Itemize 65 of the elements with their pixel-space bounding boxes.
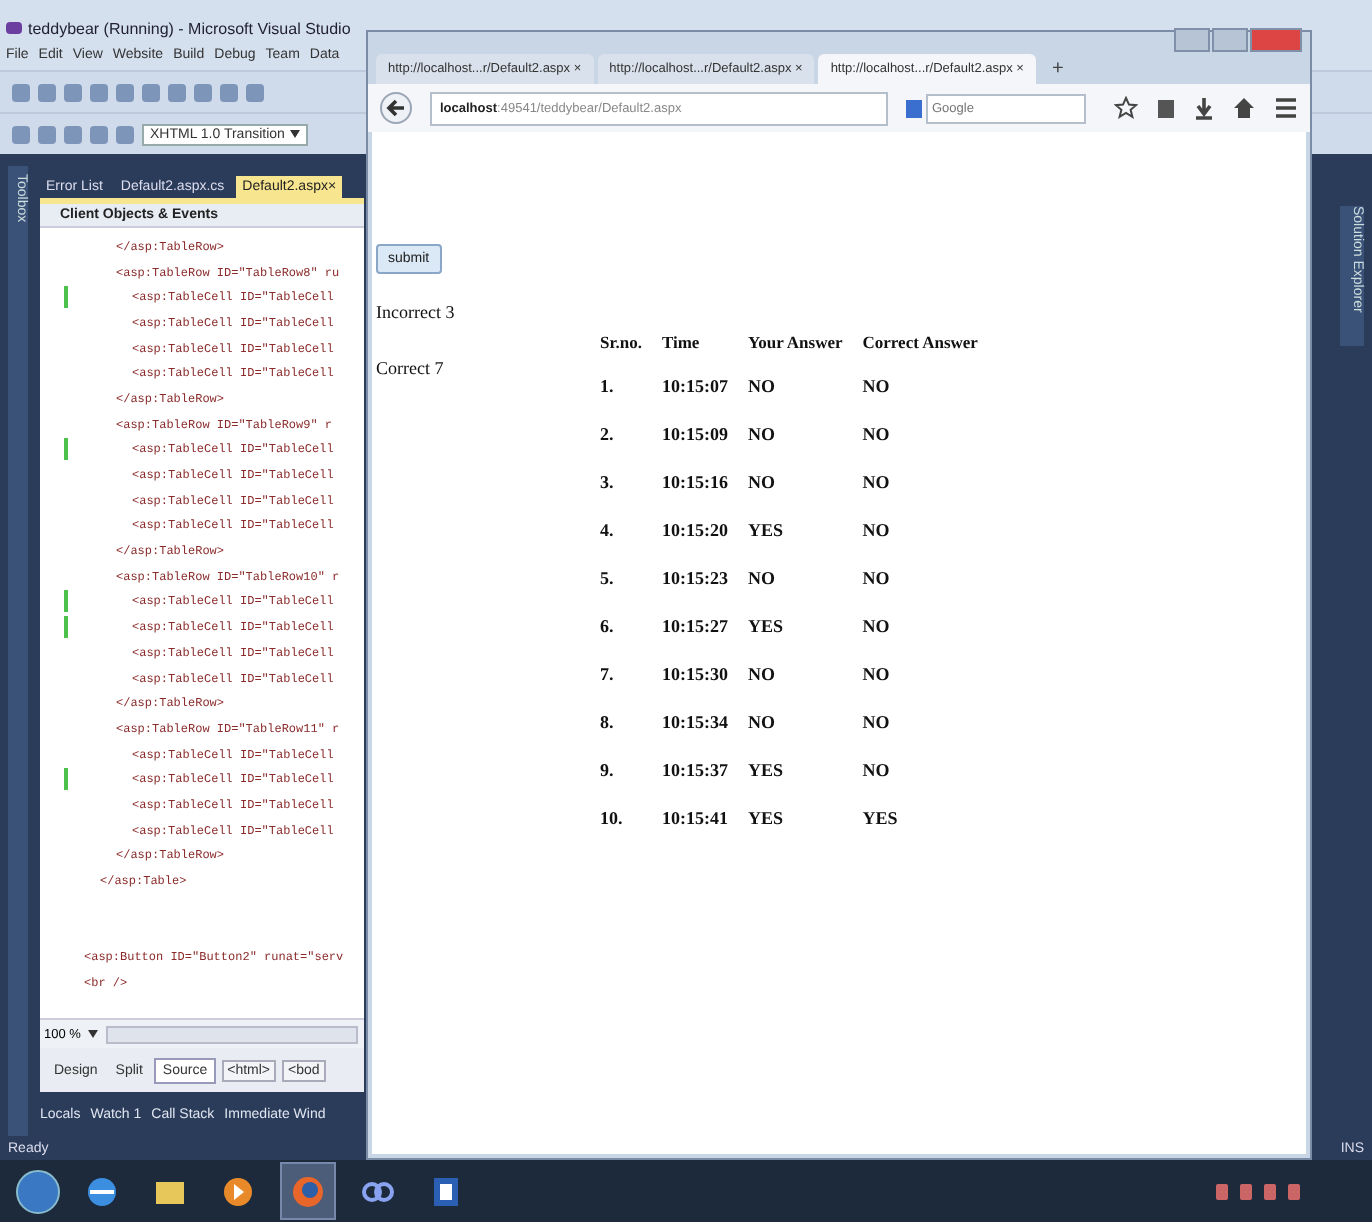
home-icon[interactable]: [1232, 96, 1256, 120]
table-cell-text: NO: [862, 662, 892, 688]
column-header: Sr.no.: [600, 322, 662, 362]
table-cell-text: YES: [862, 806, 900, 832]
caret-icon[interactable]: [88, 1030, 99, 1038]
table-cell: NO: [747, 698, 863, 746]
table-cell-text: NO: [862, 758, 892, 784]
window-title: teddybear (Running) - Microsoft Visual Studio: [28, 19, 351, 37]
table-cell: 10:15:23: [661, 554, 748, 602]
table-cell-text: 4.: [600, 518, 616, 544]
table-cell-text: 7.: [600, 662, 616, 688]
table-cell: 10:15:27: [661, 602, 748, 650]
maximize-button[interactable]: [1212, 28, 1248, 52]
back-icon[interactable]: [380, 92, 412, 124]
table-cell-text: 1.: [600, 374, 616, 400]
table-cell-text: NO: [862, 470, 892, 496]
clipboard-icon[interactable]: [1156, 96, 1176, 120]
start-button[interactable]: [16, 1169, 60, 1213]
table-cell-text: 5.: [600, 566, 616, 592]
table-cell-text: 3.: [600, 470, 616, 496]
table-cell-text: 9.: [600, 758, 616, 784]
caret-icon: [290, 130, 301, 138]
table-cell: YES: [747, 602, 863, 650]
table-cell: YES: [747, 506, 863, 554]
horizontal-scrollbar[interactable]: [106, 1025, 358, 1043]
column-header: Time: [661, 322, 748, 362]
download-icon[interactable]: [1194, 96, 1214, 120]
table-cell-text: NO: [862, 422, 892, 448]
column-header: Your Answer: [747, 322, 863, 362]
table-cell-text: 2.: [600, 422, 616, 448]
incorrect-count: Incorrect 3: [376, 302, 457, 322]
document-icon: [428, 1173, 464, 1209]
correct-count: Correct 7: [376, 358, 446, 378]
star-icon[interactable]: [1114, 96, 1138, 120]
app-logo-icon: [6, 22, 22, 34]
close-button[interactable]: [1250, 28, 1302, 52]
table-cell: 10:15:16: [661, 458, 748, 506]
table-cell: 10:15:41: [661, 794, 748, 842]
search-engine-icon[interactable]: [906, 99, 922, 117]
table-cell: 10:15:30: [661, 650, 748, 698]
new-tab-button[interactable]: +: [1039, 54, 1076, 84]
play-icon: [220, 1173, 256, 1209]
table-cell: 10:15:07: [661, 362, 748, 410]
minimize-button[interactable]: [1174, 28, 1210, 52]
table-cell: NO: [747, 458, 863, 506]
table-cell: NO: [747, 410, 863, 458]
table-cell-text: NO: [862, 566, 892, 592]
table-cell: 10:15:37: [661, 746, 748, 794]
table-cell-text: NO: [862, 518, 892, 544]
table-cell: YES: [747, 746, 863, 794]
table-cell: 10:15:09: [661, 410, 748, 458]
table-cell: NO: [747, 650, 863, 698]
table-cell-text: NO: [862, 614, 892, 640]
menu-icon[interactable]: [1274, 96, 1298, 120]
table-cell: 10:15:20: [661, 506, 748, 554]
column-header: Correct Answer: [862, 330, 980, 356]
table-cell: YES: [747, 794, 863, 842]
table-cell-text: 6.: [600, 614, 616, 640]
table-cell-text: 8.: [600, 710, 616, 736]
table-cell-text: NO: [862, 374, 892, 400]
table-cell: NO: [747, 362, 863, 410]
table-cell-text: 10.: [600, 806, 625, 832]
table-cell: 10:15:34: [661, 698, 748, 746]
table-cell-text: NO: [862, 710, 892, 736]
table-cell: NO: [747, 554, 863, 602]
